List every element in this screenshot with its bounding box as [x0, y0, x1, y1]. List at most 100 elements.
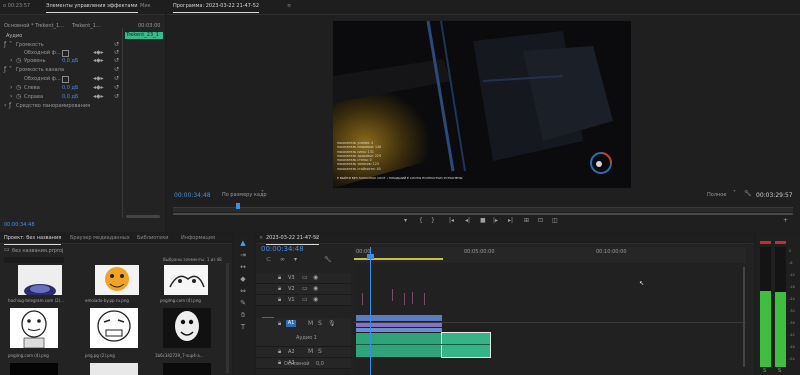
marker[interactable] [412, 292, 413, 304]
lock-icon[interactable]: 🔒︎ [278, 297, 281, 303]
eye-icon[interactable]: ◉ [313, 297, 318, 303]
chevron-down-icon[interactable]: ˅ [261, 191, 264, 197]
video-clip[interactable] [356, 323, 442, 327]
mute-button[interactable]: M [308, 349, 313, 355]
track-target-a1[interactable]: A1 [286, 320, 296, 327]
solo-button[interactable]: S [318, 321, 322, 327]
keyframe-nav-icon[interactable]: ◂◆▸ [93, 94, 104, 100]
stop-icon[interactable]: ■ [480, 218, 486, 224]
mix-value[interactable]: 0,0 [316, 361, 324, 369]
video-clip[interactable] [356, 315, 442, 321]
effect-controls-timecode[interactable]: 00:00:34:48 [4, 222, 35, 230]
chevron-down-icon[interactable]: ˅ [733, 191, 736, 197]
marker[interactable] [424, 293, 425, 305]
snap-icon[interactable]: ⊂ [266, 257, 271, 263]
project-item-name[interactable]: pngimg.com (4).png [160, 298, 201, 303]
type-tool-icon[interactable]: T [238, 323, 248, 332]
reset-icon[interactable]: ↺ [114, 94, 119, 100]
tab-libraries[interactable]: Библиотеки [137, 235, 169, 241]
reset-icon[interactable]: ↺ [114, 58, 119, 64]
panel-menu-icon[interactable]: ≡ [287, 3, 291, 9]
keyframe-nav-icon[interactable]: ◂◆▸ [93, 50, 104, 56]
marker[interactable] [392, 289, 393, 301]
film-icon[interactable]: ▭ [302, 286, 308, 292]
timeline-playhead[interactable] [370, 247, 371, 375]
scrub-zoom-bar[interactable] [173, 213, 793, 215]
lock-icon[interactable]: 🔒︎ [278, 360, 281, 366]
reset-icon[interactable]: ↺ [114, 85, 119, 91]
timeline-ruler[interactable]: 00:00 00:05:00:00 00:10:00:00 [354, 247, 746, 264]
timeline-timecode[interactable]: 00:00:34:48 [261, 245, 304, 253]
mark-out-icon[interactable]: } [431, 218, 435, 224]
ripple-edit-icon[interactable]: ↔ [238, 263, 248, 272]
meter-clip-indicator[interactable] [775, 241, 786, 244]
close-icon[interactable]: × [259, 235, 263, 241]
keyframe-nav-icon[interactable]: ◂◆▸ [93, 85, 104, 91]
tab-program[interactable]: Программа: 2023-03-22 21-47-52 [173, 3, 260, 13]
level-value[interactable]: 0,0 дБ [62, 58, 78, 66]
video-clip[interactable] [356, 328, 442, 332]
keyframe-nav-icon[interactable]: ◂◆▸ [93, 76, 104, 82]
lock-icon[interactable]: 🔒︎ [278, 349, 281, 355]
tab-mixer[interactable]: Мик [140, 3, 151, 9]
step-back-icon[interactable]: ◂| [465, 218, 470, 224]
insert-icon[interactable]: ⊞ [524, 218, 529, 224]
project-item-name[interactable]: emoiado-by.pp.ru.png [85, 298, 129, 303]
mute-button[interactable]: M [308, 321, 313, 327]
tab-media-browser[interactable]: Браузер медиаданных [70, 235, 130, 241]
export-frame-icon[interactable]: ◫ [552, 218, 558, 224]
tab-effect-controls[interactable]: Элементы управления эффектами [46, 3, 138, 13]
add-button-icon[interactable]: + [783, 218, 788, 224]
project-item-name[interactable]: pngimg.com (4).png [8, 353, 49, 358]
reset-icon[interactable]: ↺ [114, 42, 119, 48]
linked-selection-icon[interactable]: ∞ [280, 257, 285, 263]
marker-icon[interactable]: ▾ [404, 218, 407, 224]
bypass-checkbox[interactable] [62, 50, 69, 57]
project-item-thumbnail[interactable] [164, 265, 208, 295]
chevron-right-icon[interactable]: › [10, 94, 12, 100]
right-value[interactable]: 0,0 дБ [62, 94, 78, 102]
pen-tool-icon[interactable]: ✎ [238, 299, 248, 308]
stopwatch-icon[interactable]: ◷ [16, 85, 21, 91]
tab-project[interactable]: Проект: без названия [4, 235, 62, 245]
solo-button[interactable]: S [318, 349, 322, 355]
solo-left-button[interactable]: S [763, 368, 766, 374]
panel-menu-icon[interactable]: ≡ [314, 235, 318, 241]
program-scrub-bar[interactable] [173, 207, 793, 212]
project-item-thumbnail[interactable] [163, 363, 211, 375]
hand-tool-icon[interactable]: ✋︎ [238, 311, 248, 320]
wrench-icon[interactable]: 🔧︎ [744, 191, 752, 197]
mark-in-icon[interactable]: { [419, 218, 423, 224]
audio-clip[interactable] [356, 333, 442, 357]
project-item-name[interactable]: 1b6c342729_7-sup4-a... [155, 353, 204, 358]
overwrite-icon[interactable]: ⊡ [538, 218, 543, 224]
eye-icon[interactable]: ◉ [313, 286, 318, 292]
project-item-thumbnail[interactable] [95, 265, 139, 295]
film-icon[interactable]: ▭ [302, 297, 308, 303]
film-icon[interactable]: ▭ [302, 275, 308, 281]
solo-right-button[interactable]: S [778, 368, 781, 374]
add-marker-icon[interactable]: ▾ [294, 257, 297, 263]
playhead-handle[interactable] [367, 254, 374, 259]
chevron-down-icon[interactable]: ˅ [9, 67, 12, 73]
chevron-down-icon[interactable]: ˅ [9, 42, 12, 48]
project-scrollbar[interactable] [226, 263, 229, 373]
program-playhead[interactable] [236, 203, 240, 209]
chevron-right-icon[interactable]: › [10, 58, 12, 64]
stopwatch-icon[interactable]: ◷ [16, 94, 21, 100]
tab-info[interactable]: Информация [181, 235, 215, 241]
project-item-thumbnail[interactable] [10, 308, 58, 348]
timeline-scrollbar[interactable] [743, 267, 745, 367]
chevron-right-icon[interactable]: › [4, 103, 6, 109]
slip-tool-icon[interactable]: ⇔ [238, 287, 248, 296]
lock-icon[interactable]: 🔒︎ [278, 286, 281, 292]
quality-dropdown[interactable]: Полное [707, 192, 726, 200]
reset-icon[interactable]: ↺ [114, 76, 119, 82]
track-select-icon[interactable]: ⇥ [238, 251, 248, 260]
keyframe-nav-icon[interactable]: ◂◆▸ [93, 58, 104, 64]
chevron-right-icon[interactable]: › [10, 85, 12, 91]
step-forward-icon[interactable]: |▸ [493, 218, 498, 224]
bypass-checkbox[interactable] [62, 76, 69, 83]
project-item-thumbnail[interactable] [90, 308, 138, 348]
stopwatch-icon[interactable]: ◷ [16, 58, 21, 64]
